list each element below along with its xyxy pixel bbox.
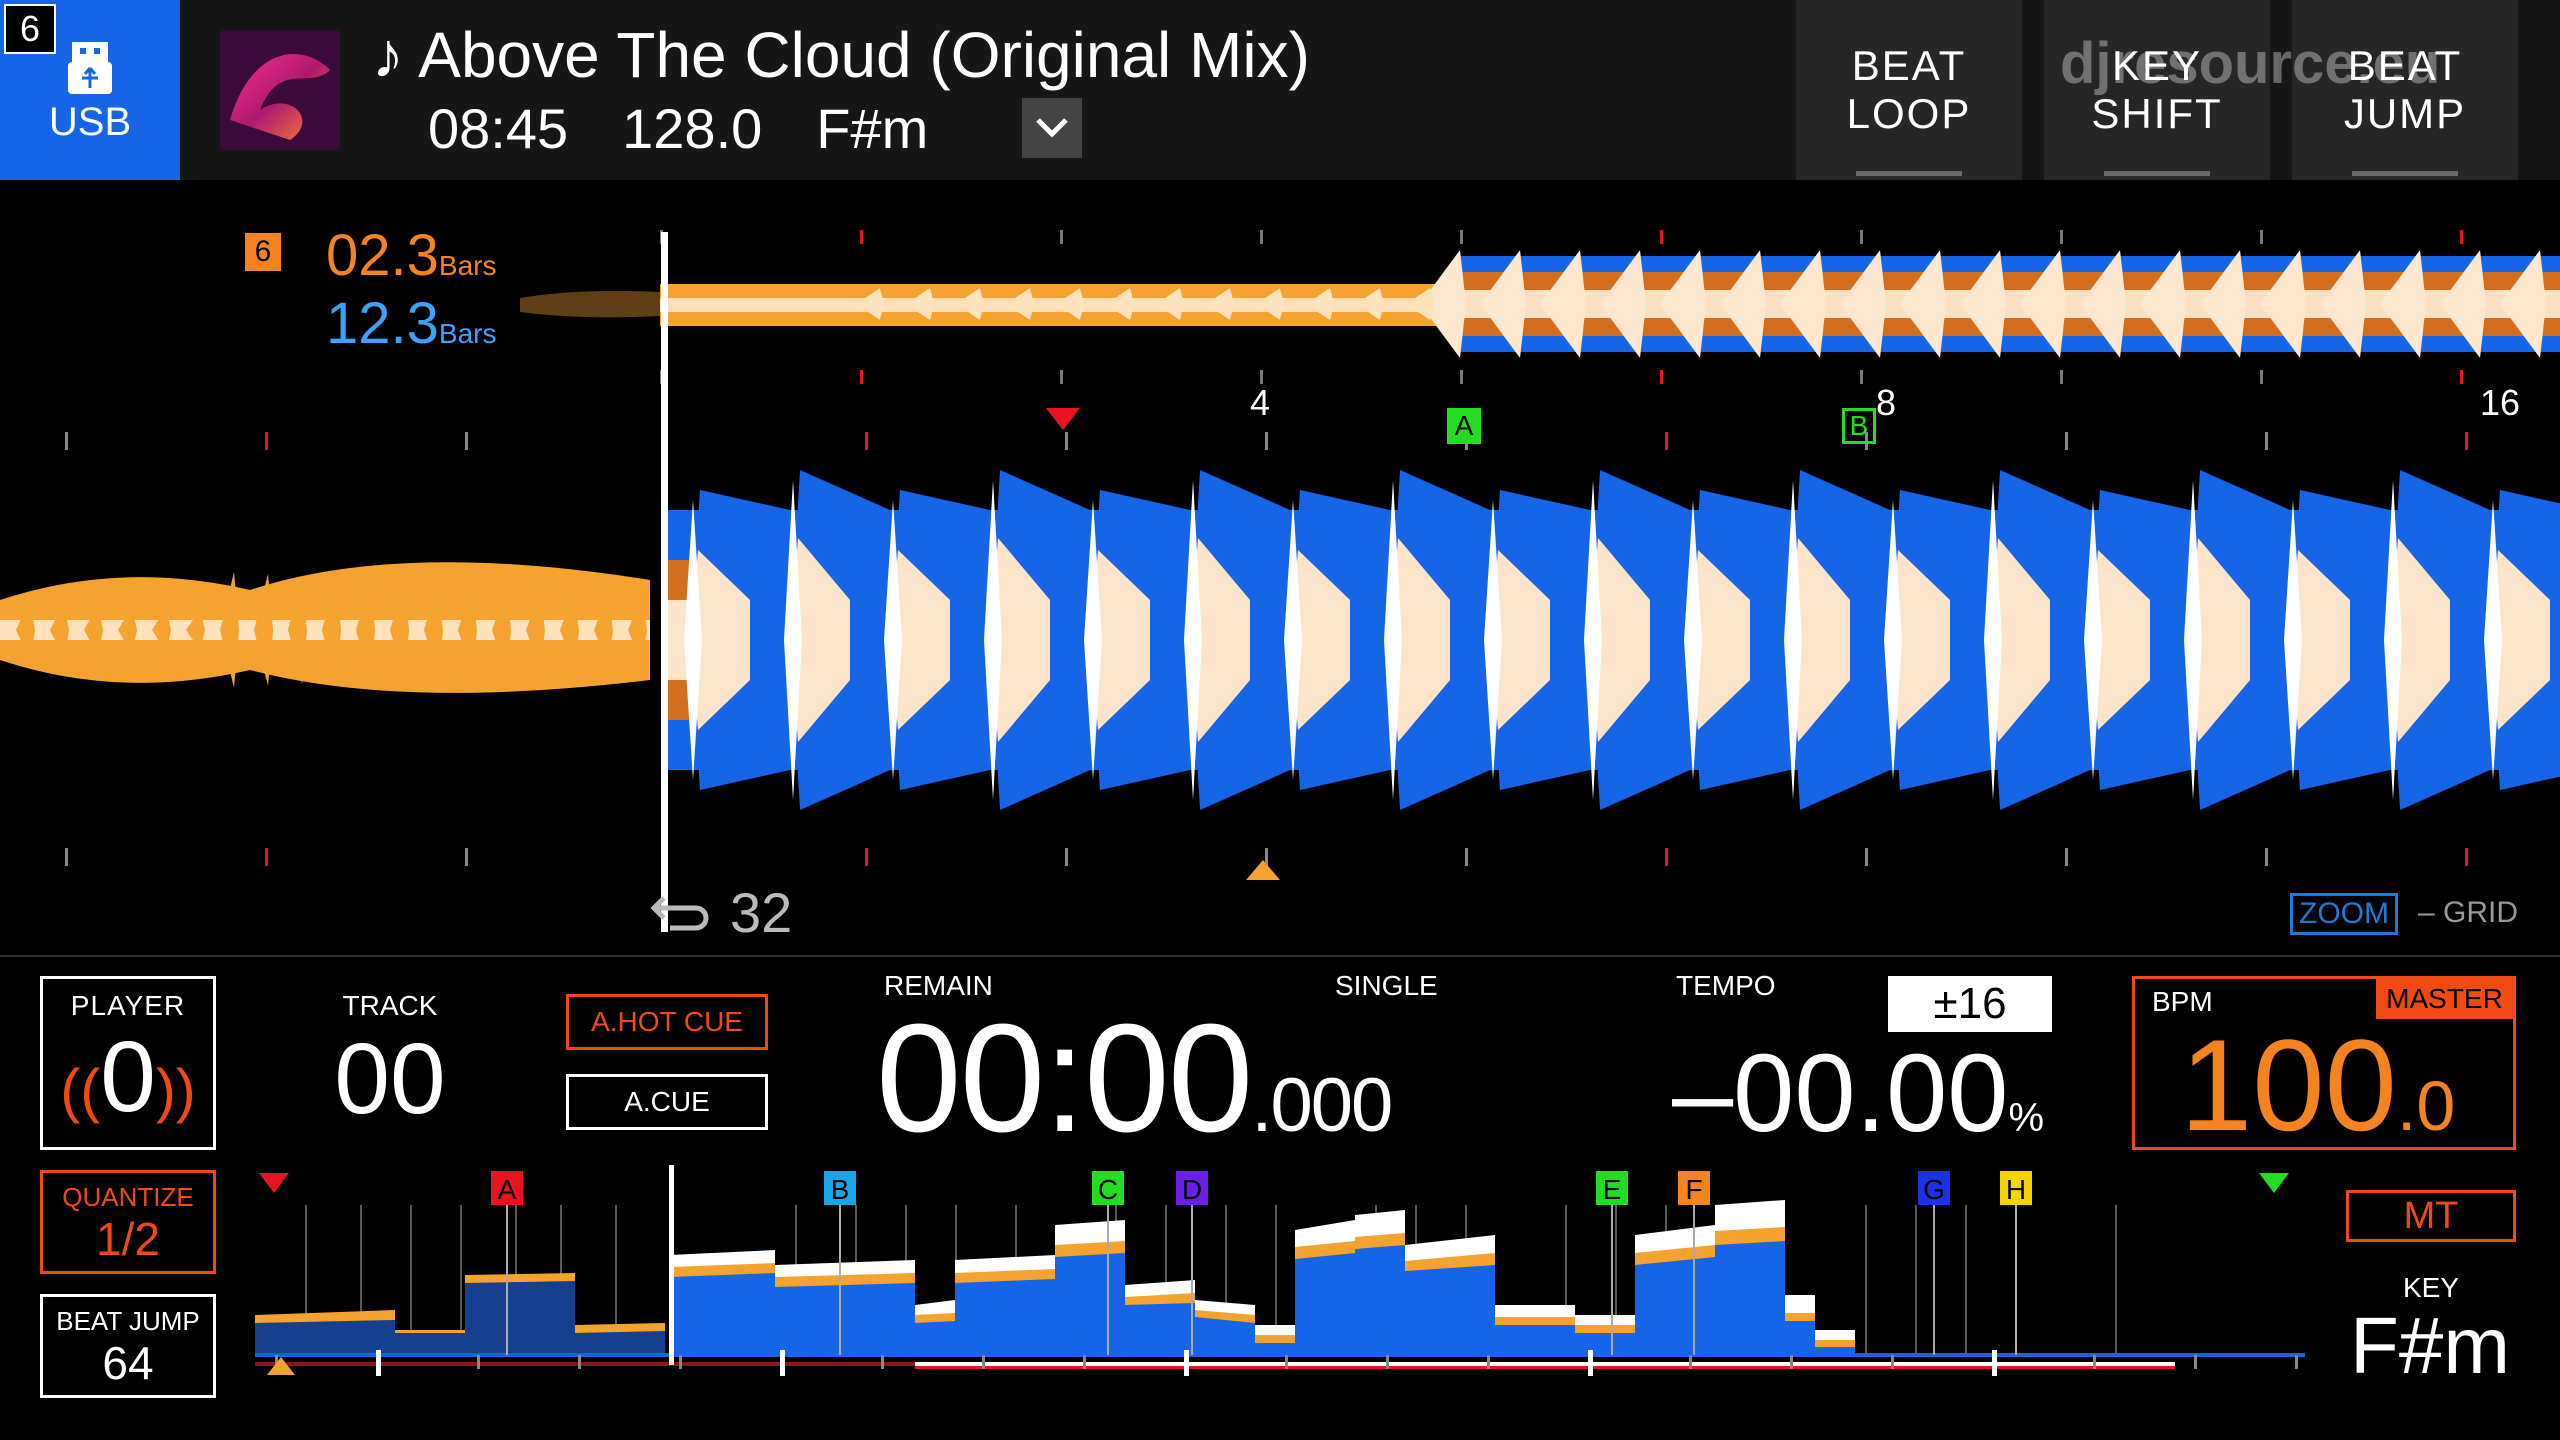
- overview-playhead: [669, 1165, 674, 1365]
- overview-start-marker: [259, 1173, 289, 1193]
- hot-cue-line: [1191, 1201, 1193, 1355]
- hot-cue-a-marker[interactable]: A: [1447, 408, 1481, 444]
- main-peaks: [684, 470, 2560, 810]
- hot-cue-label: E: [1603, 1174, 1622, 1205]
- track-title: ♪ Above The Cloud (Original Mix): [372, 19, 1310, 91]
- watermark-logo: djresource.eu: [2060, 31, 2441, 96]
- overview-remaining-bar: [915, 1362, 2175, 1366]
- hot-cue-line: [1933, 1201, 1935, 1355]
- overview-remaining-section: [670, 1200, 1855, 1355]
- beat-loop-line2: LOOP: [1846, 90, 1972, 137]
- master-tempo-button[interactable]: MT: [2346, 1190, 2516, 1242]
- album-artwork: [220, 30, 340, 150]
- auto-cue-button[interactable]: A.CUE: [566, 1074, 768, 1130]
- tempo-range-badge[interactable]: ±16: [1888, 976, 2052, 1032]
- track-bpm: 128.0: [622, 97, 763, 160]
- memory-cue-marker[interactable]: [1046, 408, 1080, 430]
- chevron-down-icon: [1036, 118, 1068, 138]
- player-value: ((0)): [60, 1021, 196, 1133]
- overview-hot-cue-e[interactable]: E: [1596, 1171, 1628, 1205]
- overview-hot-cue-g[interactable]: G: [1918, 1171, 1950, 1205]
- beat-loop-line1: BEAT: [1851, 42, 1967, 89]
- track-info-dropdown-button[interactable]: [1022, 98, 1082, 158]
- overview-hot-cue-f[interactable]: F: [1678, 1171, 1710, 1205]
- hot-cue-line: [839, 1201, 841, 1355]
- overview-waveform[interactable]: A B C D E F G H: [255, 1165, 2315, 1390]
- key-shift-line2: SHIFT: [2091, 90, 2223, 137]
- beat-loop-button[interactable]: BEAT LOOP: [1796, 0, 2022, 180]
- hot-cue-label: C: [1098, 1174, 1118, 1205]
- hot-cue-line: [2015, 1201, 2017, 1355]
- hot-cue-label: D: [1182, 1174, 1202, 1205]
- key-value: F#m: [2350, 1301, 2510, 1390]
- hot-cue-line: [1693, 1201, 1695, 1355]
- track-length: 08:45: [428, 97, 569, 160]
- main-beat-ticks-top: [65, 432, 2468, 450]
- beat-jump-label: BEAT JUMP: [56, 1306, 200, 1336]
- tempo-value: –00.00%: [1672, 1032, 2045, 1155]
- zoom-mode-button[interactable]: ZOOM: [2290, 893, 2398, 935]
- quantize-value: 1/2: [96, 1213, 160, 1265]
- hot-cue-label: G: [1923, 1174, 1945, 1205]
- overview-hot-cue-a[interactable]: A: [491, 1171, 523, 1205]
- hot-cue-label: A: [498, 1174, 517, 1205]
- player-number-badge: 6: [4, 4, 56, 54]
- overview-hot-cue-d[interactable]: D: [1176, 1171, 1208, 1205]
- bpm-value: 100.0: [2180, 1012, 2456, 1158]
- source-usb-button[interactable]: 6 USB: [0, 0, 180, 180]
- source-label: USB: [48, 100, 132, 144]
- beat-number-8: 8: [1876, 382, 1897, 423]
- strip-peaks: [856, 250, 2546, 358]
- beat-number-16: 16: [2480, 382, 2521, 423]
- player-label: PLAYER: [70, 990, 186, 1021]
- hot-cue-label: H: [2006, 1174, 2026, 1205]
- overview-baseline: [255, 1353, 2305, 1357]
- track-key: F#m: [816, 97, 929, 160]
- loop-icon: [650, 896, 709, 931]
- overview-hot-cue-c[interactable]: C: [1092, 1171, 1124, 1205]
- hot-cue-line: [1107, 1201, 1109, 1355]
- panel-divider: [0, 955, 2560, 957]
- usb-icon: [68, 42, 112, 94]
- overview-hot-cue-h[interactable]: H: [2000, 1171, 2032, 1205]
- beat-jump-value: 64: [102, 1337, 154, 1389]
- hot-cue-label: F: [1685, 1174, 1702, 1205]
- main-beat-ticks-bottom: [65, 848, 2468, 866]
- overview-played-bar: [255, 1362, 915, 1366]
- track-label: TRACK: [342, 990, 438, 1021]
- grid-mode-label[interactable]: – GRID: [2418, 896, 2518, 930]
- track-number-value: 00: [334, 1023, 446, 1135]
- time-display: 00:00.000: [876, 992, 1393, 1164]
- beat-number-4: 4: [1250, 382, 1271, 423]
- loop-marker[interactable]: [1246, 860, 1280, 880]
- beat-jump-line2: JUMP: [2343, 90, 2467, 137]
- loop-beat-count: 32: [730, 881, 793, 944]
- auto-hot-cue-button[interactable]: A.HOT CUE: [566, 994, 768, 1050]
- tempo-label: TEMPO: [1676, 970, 1776, 1001]
- hot-cue-line: [506, 1201, 508, 1355]
- overview-hot-cue-b[interactable]: B: [824, 1171, 856, 1205]
- overview-end-marker: [2259, 1173, 2289, 1193]
- track-meta: 08:45 128.0 F#m: [428, 96, 982, 161]
- hot-cue-b-marker[interactable]: B: [1842, 408, 1876, 444]
- beat-countdown-badge: 6: [245, 233, 281, 271]
- bars-count-orange: 02.3Bars: [326, 223, 497, 288]
- quantize-label: QUANTIZE: [62, 1182, 194, 1212]
- bars-count-blue: 12.3Bars: [326, 291, 497, 356]
- hot-cue-label: B: [831, 1174, 850, 1205]
- playhead-line: [661, 232, 668, 932]
- hot-cue-line: [1611, 1201, 1613, 1355]
- overview-red-bar: [915, 1366, 2175, 1369]
